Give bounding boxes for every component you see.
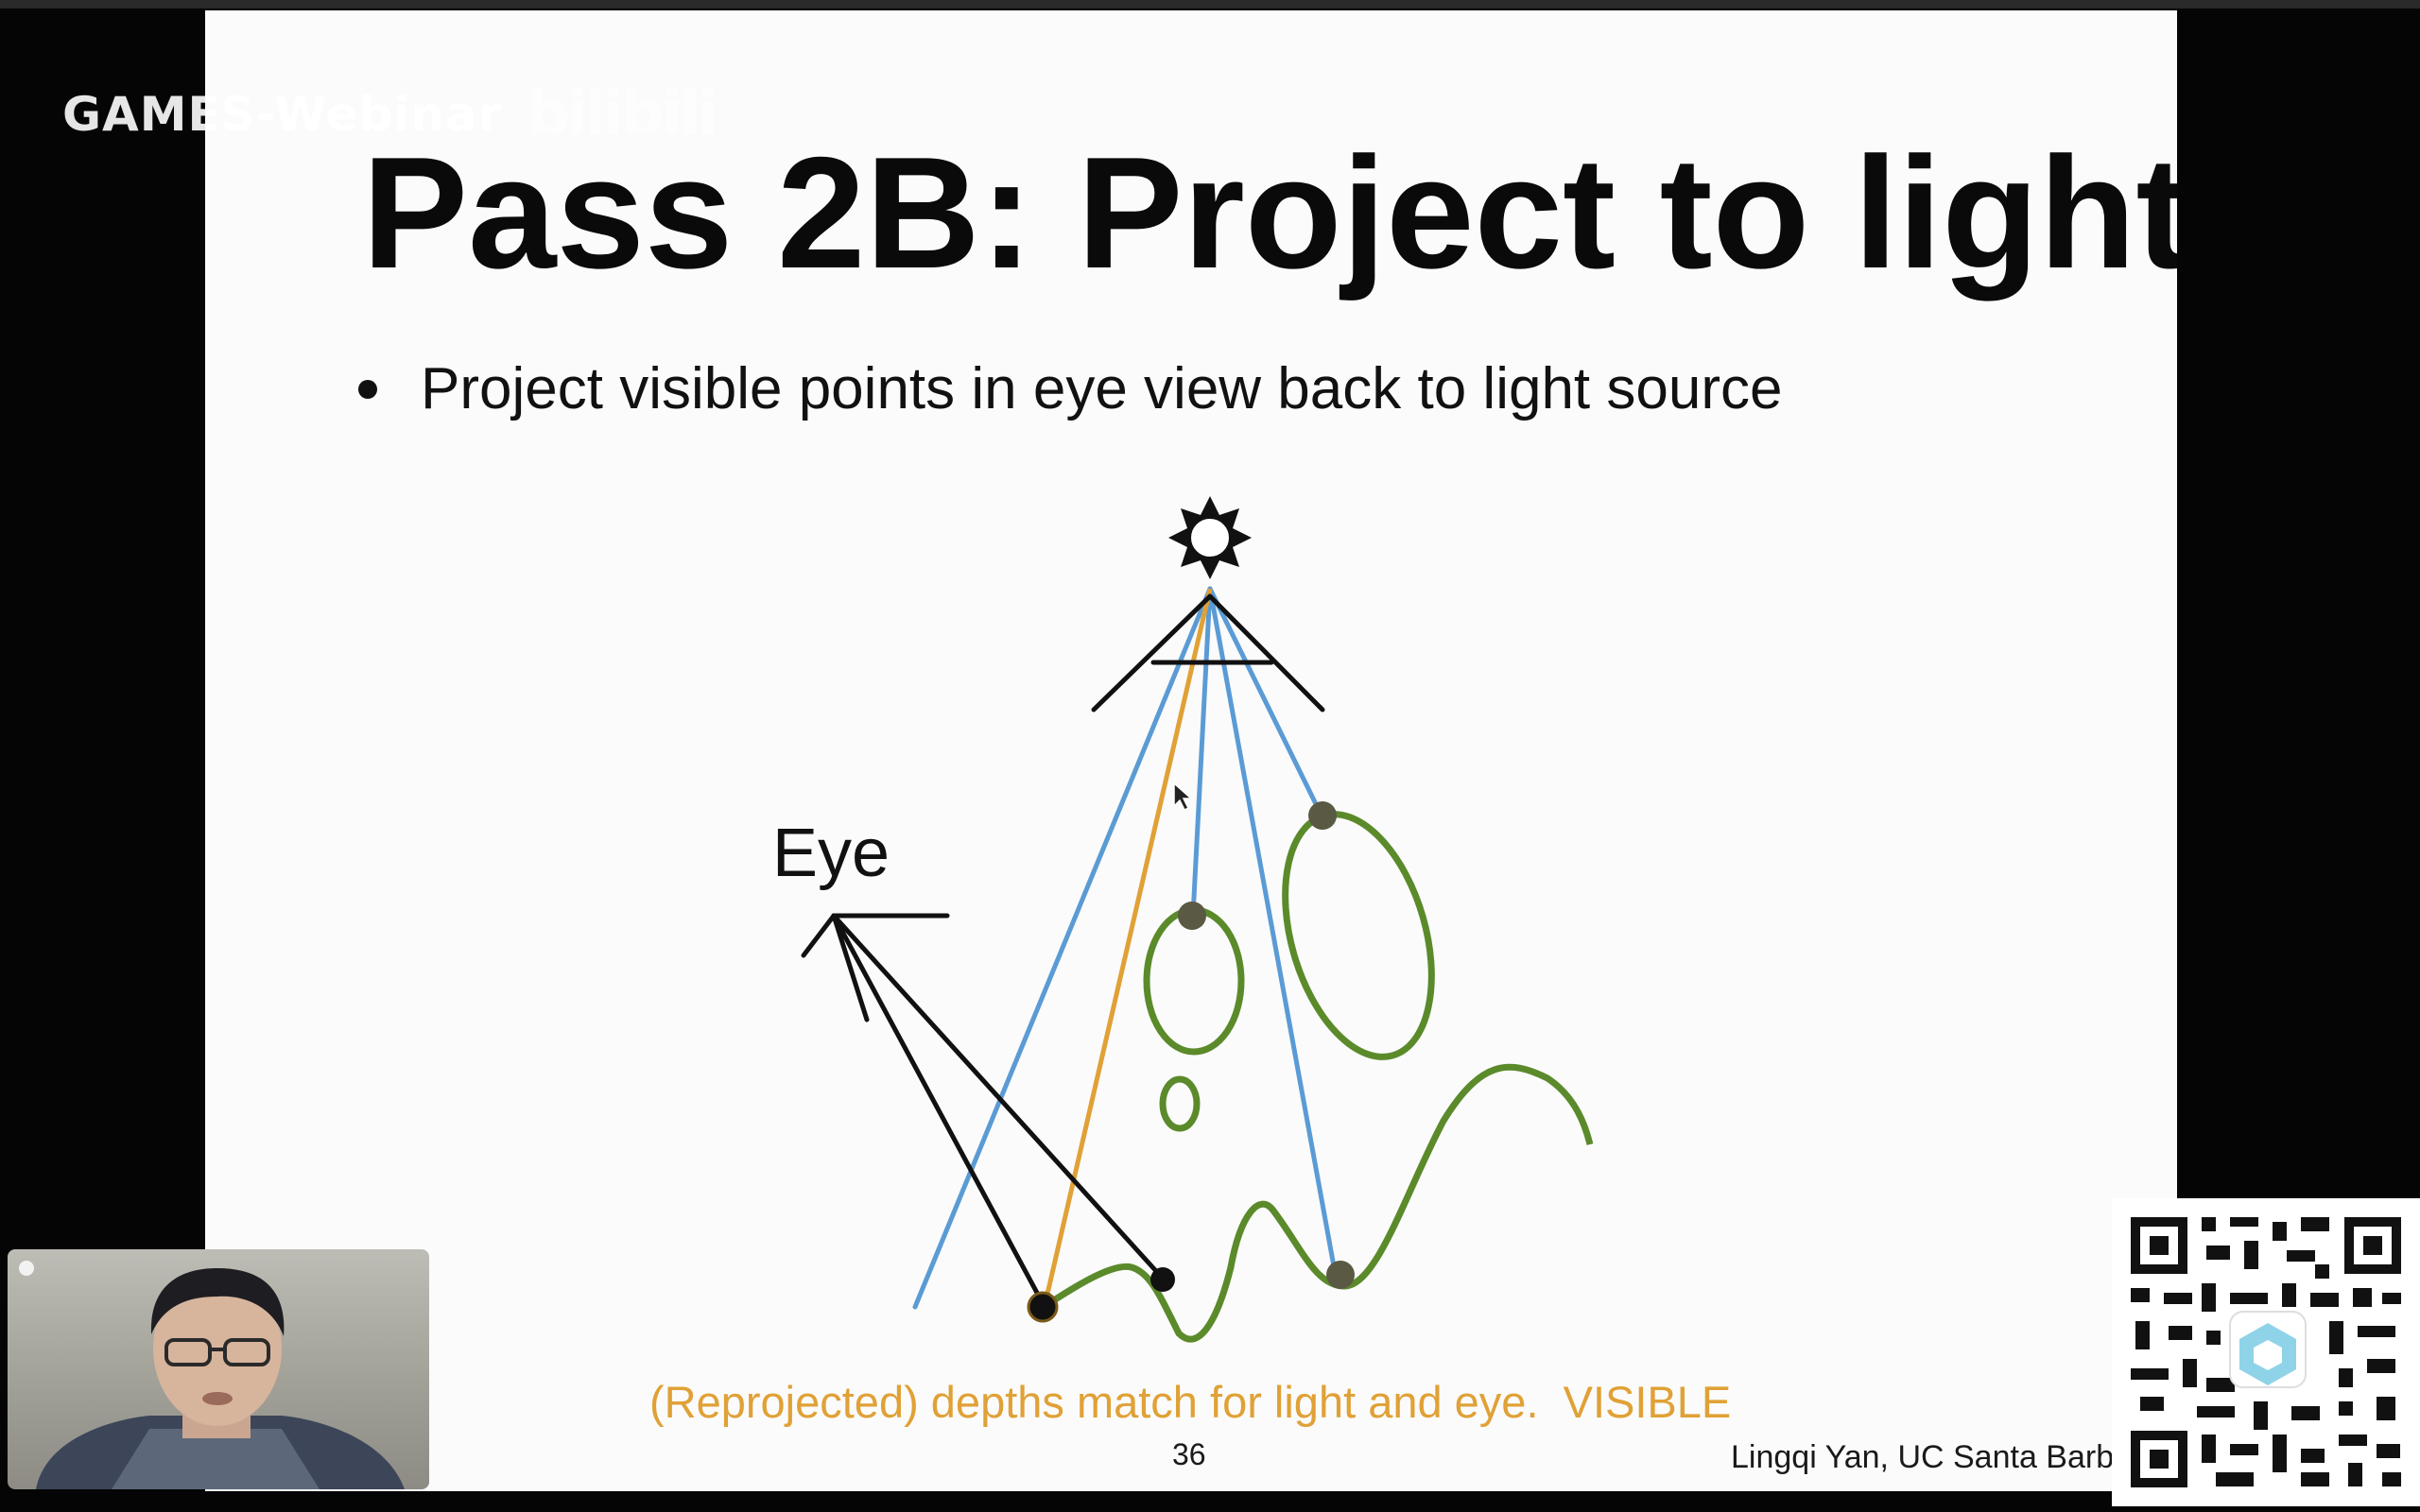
reprojected-ray bbox=[1040, 588, 1213, 1315]
mouse-pointer-icon bbox=[1173, 782, 1193, 812]
presentation-slide: Pass 2B: Project to light Project visibl… bbox=[205, 10, 2177, 1491]
presenter-webcam[interactable] bbox=[8, 1249, 429, 1489]
watermark-text: GAMES-Webinar bbox=[62, 87, 503, 142]
video-frame: Pass 2B: Project to light Project visibl… bbox=[0, 0, 2420, 1512]
sun-icon bbox=[1168, 496, 1252, 579]
eye-label: Eye bbox=[772, 816, 890, 891]
channel-watermark: GAMES-Webinar bilibili bbox=[62, 79, 718, 149]
sample-points bbox=[1027, 801, 1355, 1323]
presenter-silhouette bbox=[36, 1268, 405, 1489]
record-indicator-icon bbox=[19, 1261, 34, 1276]
bilibili-logo: bilibili bbox=[527, 79, 717, 149]
slide-caption: (Reprojected) depths match for light and… bbox=[649, 1377, 1732, 1427]
page-number: 36 bbox=[1172, 1437, 1206, 1471]
qr-code-pattern bbox=[2112, 1198, 2420, 1506]
top-strip bbox=[0, 0, 2420, 9]
eye-frustum bbox=[801, 913, 1167, 1308]
qr-code-icon[interactable] bbox=[2112, 1198, 2420, 1506]
shadow-map-diagram: Eye bbox=[772, 496, 1594, 1343]
scene-geometry bbox=[1033, 811, 1594, 1343]
author-credit: Lingqi Yan, UC Santa Barba bbox=[1731, 1439, 2133, 1475]
